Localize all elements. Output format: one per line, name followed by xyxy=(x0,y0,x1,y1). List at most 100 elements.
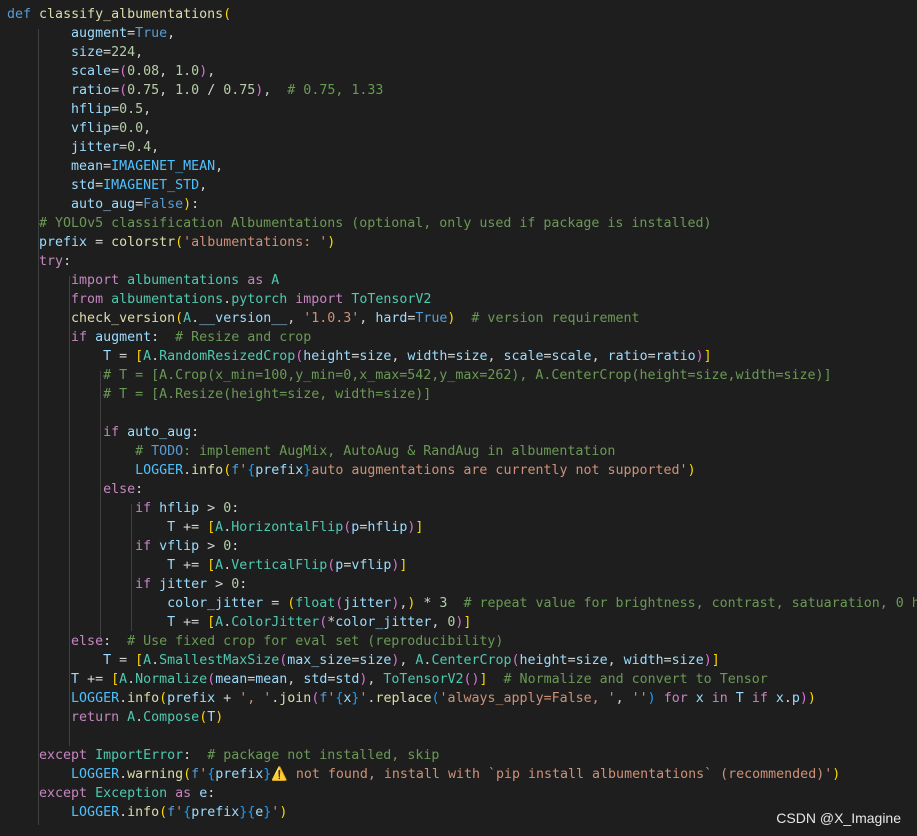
code-line[interactable]: std=IMAGENET_STD, xyxy=(7,176,207,195)
code-line[interactable]: def classify_albumentations( xyxy=(7,5,231,24)
code-token: warning xyxy=(127,767,184,782)
code-token: size xyxy=(359,349,392,364)
code-token: , xyxy=(287,311,304,326)
code-line[interactable]: return A.Compose(T) xyxy=(7,708,223,727)
code-token: . xyxy=(119,767,128,782)
code-line[interactable]: # YOLOv5 classification Albumentations (… xyxy=(7,214,711,233)
code-line[interactable]: # T = [A.Resize(height=size, width=size)… xyxy=(7,385,431,404)
code-token: T xyxy=(103,653,112,668)
code-token: , xyxy=(487,349,504,364)
code-line[interactable]: if hflip > 0: xyxy=(7,499,239,518)
code-token: * xyxy=(415,596,440,611)
code-token: ) xyxy=(183,197,192,212)
code-token: ToTensorV2 xyxy=(383,672,464,687)
code-token: # xyxy=(135,444,152,459)
code-line[interactable]: vflip=0.0, xyxy=(7,119,151,138)
code-token: 0 xyxy=(223,539,232,554)
code-line[interactable]: from albumentations.pytorch import ToTen… xyxy=(7,290,431,309)
code-line[interactable]: import albumentations as A xyxy=(7,271,279,290)
code-token: ratio xyxy=(71,83,112,98)
code-token: T xyxy=(71,672,80,687)
code-token: classify_albumentations xyxy=(39,7,224,22)
code-token: 0.0 xyxy=(119,121,144,136)
code-line[interactable]: size=224, xyxy=(7,43,143,62)
code-line[interactable]: except ImportError: # package not instal… xyxy=(7,746,439,765)
code-line[interactable]: T += [A.ColorJitter(*color_jitter, 0)] xyxy=(7,613,471,632)
code-line[interactable]: auto_aug=False): xyxy=(7,195,199,214)
code-token: size xyxy=(359,653,392,668)
code-token: 1.0 xyxy=(175,83,200,98)
code-line[interactable]: try: xyxy=(7,252,71,271)
code-token: if xyxy=(751,691,768,706)
code-line[interactable]: T += [A.VerticalFlip(p=vflip)] xyxy=(7,556,407,575)
code-token: prefix xyxy=(191,805,240,820)
code-token: / xyxy=(199,83,224,98)
code-token: = xyxy=(543,349,552,364)
code-token: ( xyxy=(175,235,184,250)
code-line[interactable]: LOGGER.info(f'{prefix}auto augmentations… xyxy=(7,461,696,480)
code-editor[interactable]: def classify_albumentations( augment=Tru… xyxy=(0,0,917,836)
code-token: T xyxy=(103,349,112,364)
code-token: ', ' xyxy=(239,691,272,706)
code-line[interactable]: scale=(0.08, 1.0), xyxy=(7,62,215,81)
code-token: = xyxy=(87,235,112,250)
code-line[interactable]: LOGGER.info(f'{prefix}{e}') xyxy=(7,803,287,822)
code-token: height xyxy=(303,349,352,364)
code-line[interactable]: check_version(A.__version__, '1.0.3', ha… xyxy=(7,309,640,328)
code-token: 0.5 xyxy=(119,102,144,117)
code-token: x xyxy=(695,691,704,706)
code-token: , xyxy=(159,64,176,79)
code-token: vflip xyxy=(71,121,112,136)
code-token: prefix xyxy=(167,691,216,706)
code-line[interactable]: if augment: # Resize and crop xyxy=(7,328,311,347)
code-line[interactable]: except Exception as e: xyxy=(7,784,215,803)
code-line[interactable]: # T = [A.Crop(x_min=100,y_min=0,x_max=54… xyxy=(7,366,832,385)
code-line[interactable]: mean=IMAGENET_MEAN, xyxy=(7,157,223,176)
code-line[interactable]: hflip=0.5, xyxy=(7,100,151,119)
code-line[interactable]: if jitter > 0: xyxy=(7,575,247,594)
code-line[interactable]: if vflip > 0: xyxy=(7,537,239,556)
code-token: > xyxy=(199,539,224,554)
code-token: colorstr xyxy=(111,235,176,250)
code-line[interactable]: jitter=0.4, xyxy=(7,138,159,157)
code-line[interactable]: T = [A.SmallestMaxSize(max_size=size), A… xyxy=(7,651,720,670)
code-line[interactable]: T += [A.Normalize(mean=mean, std=std), T… xyxy=(7,670,768,689)
code-token: > xyxy=(207,577,232,592)
code-token: __version__ xyxy=(199,311,288,326)
code-line[interactable]: T = [A.RandomResizedCrop(height=size, wi… xyxy=(7,347,712,366)
code-line[interactable]: # TODO: implement AugMix, AutoAug & Rand… xyxy=(7,442,615,461)
code-token: p xyxy=(791,691,800,706)
code-token: mean xyxy=(255,672,288,687)
code-line[interactable]: augment=True, xyxy=(7,24,175,43)
code-token: A xyxy=(119,672,128,687)
code-line[interactable]: prefix = colorstr('albumentations: ') xyxy=(7,233,335,252)
code-line[interactable]: else: xyxy=(7,480,143,499)
code-token: RandomResizedCrop xyxy=(159,349,296,364)
code-token: x xyxy=(775,691,784,706)
code-line[interactable]: ratio=(0.75, 1.0 / 0.75), # 0.75, 1.33 xyxy=(7,81,383,100)
code-line[interactable]: if auto_aug: xyxy=(7,423,199,442)
code-token: SmallestMaxSize xyxy=(159,653,280,668)
code-token: mean xyxy=(215,672,248,687)
code-token: [ xyxy=(207,615,216,630)
code-line[interactable]: color_jitter = (float(jitter),) * 3 # re… xyxy=(7,594,917,613)
code-line[interactable]: T += [A.HorizontalFlip(p=hflip)] xyxy=(7,518,423,537)
code-token: albumentations xyxy=(127,273,240,288)
code-line[interactable]: LOGGER.warning(f'{prefix}⚠️ not found, i… xyxy=(7,765,840,784)
code-line[interactable]: LOGGER.info(prefix + ', '.join(f'{x}'.re… xyxy=(7,689,816,708)
code-line[interactable]: else: # Use fixed crop for eval set (rep… xyxy=(7,632,503,651)
code-token: ) xyxy=(807,691,816,706)
